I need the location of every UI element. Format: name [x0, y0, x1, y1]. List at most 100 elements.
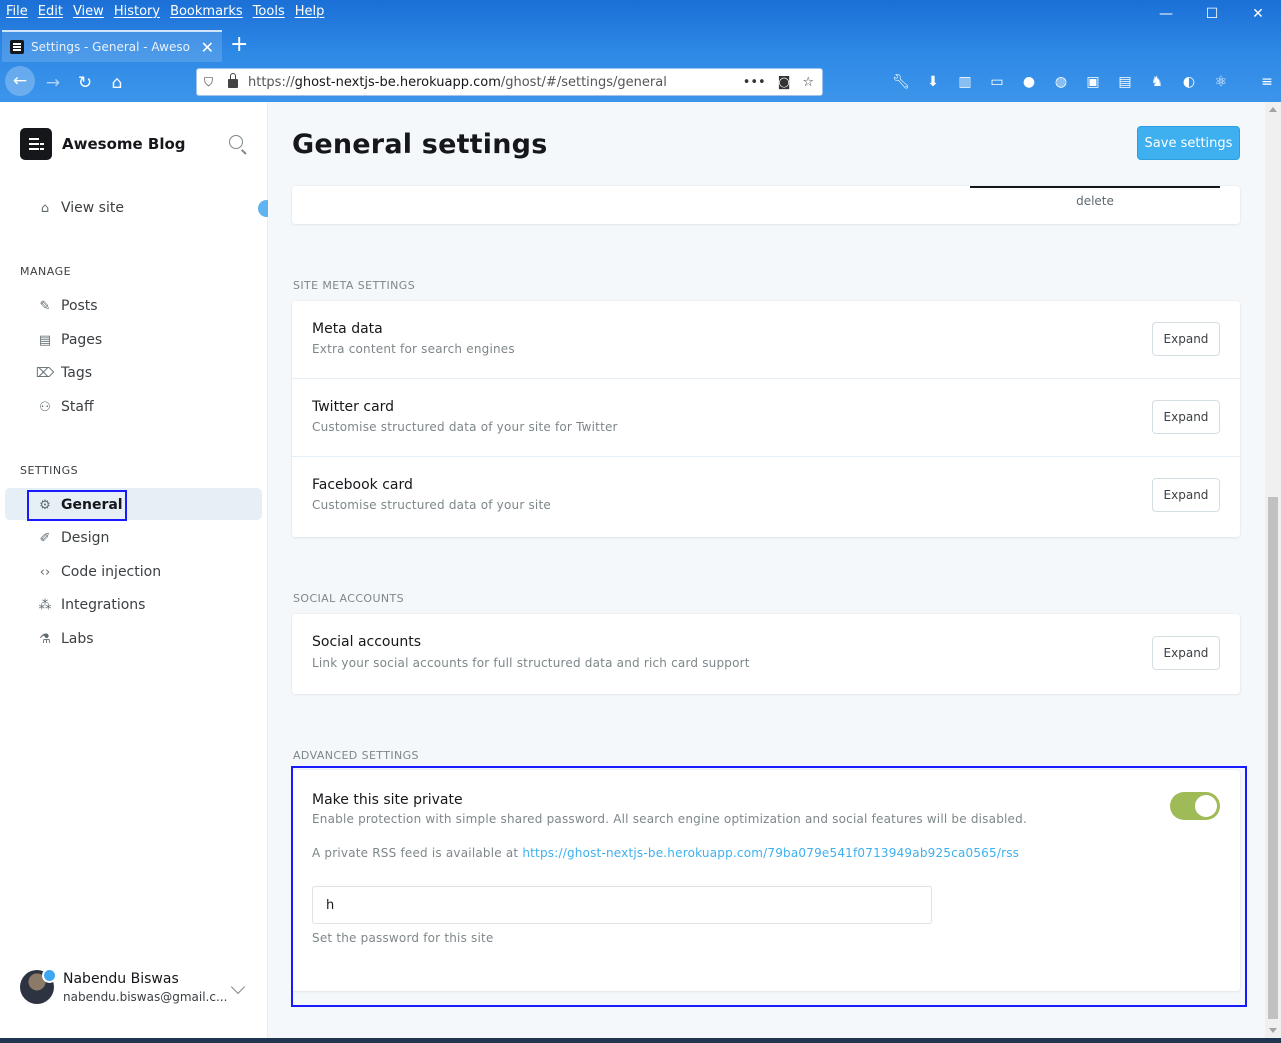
delete-link[interactable]: delete	[970, 194, 1220, 208]
extension-gnu-icon[interactable]: ♞	[1146, 72, 1168, 92]
highlight-box-general	[27, 490, 127, 521]
shield-icon[interactable]: ⛉	[204, 75, 218, 90]
row-description: Link your social accounts for full struc…	[312, 656, 750, 670]
address-bar[interactable]: ⛉ https://ghost-nextjs-be.herokuapp.com/…	[196, 68, 823, 96]
sidebar-item-label: View site	[61, 200, 124, 216]
library-icon[interactable]: ▥	[954, 72, 976, 92]
sidebar-item-label: Pages	[61, 332, 103, 348]
row-title: Social accounts	[312, 634, 422, 650]
sidebar-item-label: Code injection	[61, 564, 162, 580]
menu-edit[interactable]: Edit	[38, 4, 63, 19]
social-accounts-row: Social accounts Link your social account…	[292, 614, 1240, 692]
expand-facebook-card-button[interactable]: Expand	[1152, 478, 1220, 512]
row-title: Twitter card	[312, 399, 395, 415]
menu-view[interactable]: View	[73, 4, 104, 19]
hamburger-menu-icon[interactable]: ≡	[1256, 72, 1278, 92]
meta-data-row: Meta data Extra content for search engin…	[292, 301, 1240, 379]
maximize-button[interactable]: ☐	[1189, 0, 1235, 28]
sidebar-item-integrations[interactable]: ⁂ Integrations	[36, 594, 146, 616]
sidebar: Awesome Blog ⌂ View site MANAGE ✎ Posts …	[0, 102, 275, 1038]
divider	[970, 186, 1220, 188]
tab-strip: Settings - General - Awesome Blog ✕ +	[0, 30, 1281, 62]
sidebar-item-posts[interactable]: ✎ Posts	[36, 295, 98, 317]
sidebar-item-pages[interactable]: ▤ Pages	[36, 329, 102, 351]
sidebar-item-design[interactable]: ✐ Design	[36, 527, 110, 549]
chevron-down-icon[interactable]	[230, 979, 246, 995]
scrollbar-thumb[interactable]	[1268, 497, 1278, 1019]
download-icon[interactable]: ⬇︎	[922, 72, 944, 92]
extension-notes-icon[interactable]: ▤	[1114, 72, 1136, 92]
nav-toolbar: ← → ↻ ⌂ ⛉ https://ghost-nextjs-be.heroku…	[0, 64, 1281, 100]
page-scrollbar[interactable]	[1265, 102, 1281, 1038]
new-tab-button[interactable]: +	[230, 32, 248, 57]
extension-monitor-icon[interactable]: ▣	[1082, 72, 1104, 92]
extension-twd-icon[interactable]: ●	[1018, 72, 1040, 92]
menu-tools[interactable]: Tools	[253, 4, 285, 19]
extension-globe-icon[interactable]: ◍	[1050, 72, 1072, 92]
wrench-icon[interactable]: 🔧︎	[890, 72, 912, 92]
integrations-icon: ⁂	[38, 597, 52, 613]
brand[interactable]: Awesome Blog	[20, 128, 186, 160]
page-actions-icon[interactable]: •••	[743, 75, 766, 90]
lock-icon[interactable]	[228, 73, 238, 88]
expand-social-accounts-button[interactable]: Expand	[1152, 636, 1220, 670]
close-window-button[interactable]: ✕	[1235, 0, 1281, 28]
sidebar-item-code-injection[interactable]: ‹› Code injection	[36, 561, 161, 583]
search-icon[interactable]	[229, 135, 243, 149]
tag-icon: ⌦	[35, 365, 55, 381]
user-menu[interactable]: Nabendu Biswas nabendu.biswas@gmail.c...	[20, 968, 228, 1004]
sidebar-item-staff[interactable]: ⚇ Staff	[36, 396, 94, 418]
row-description: Customise structured data of your site	[312, 498, 551, 512]
staff-icon: ⚇	[39, 399, 51, 415]
menu-bar: File Edit View History Bookmarks Tools H…	[0, 0, 1281, 22]
back-button[interactable]: ←	[5, 66, 35, 96]
minimize-button[interactable]: —	[1143, 0, 1189, 28]
bookmark-star-icon[interactable]: ☆	[802, 75, 814, 90]
menu-file[interactable]: File	[6, 4, 28, 19]
site-meta-header: SITE META SETTINGS	[293, 279, 416, 292]
ghost-favicon-icon	[10, 40, 24, 54]
pages-icon: ▤	[38, 332, 52, 348]
menu-help[interactable]: Help	[295, 4, 325, 19]
forward-button[interactable]: →	[40, 70, 66, 96]
sidebar-item-tags[interactable]: ⌦ Tags	[36, 362, 92, 384]
sidebar-icon[interactable]: ▭	[986, 72, 1008, 92]
highlight-box-private-site	[291, 766, 1247, 1007]
arrow-left-icon: ←	[12, 71, 28, 91]
home-icon: ⌂	[40, 200, 50, 216]
extension-color-icon[interactable]: ◐	[1178, 72, 1200, 92]
pocket-icon[interactable]: ◙	[778, 75, 791, 90]
sidebar-item-label: Posts	[61, 298, 98, 314]
scroll-down-icon[interactable]	[1269, 1028, 1277, 1033]
sidebar-item-view-site[interactable]: ⌂ View site	[36, 197, 124, 219]
extension-toolbar: 🔧︎ ⬇︎ ▥ ▭ ● ◍ ▣ ▤ ♞ ◐ ⚛︎ ≡	[890, 72, 1278, 92]
user-name: Nabendu Biswas	[63, 970, 179, 987]
arrow-right-icon: →	[45, 73, 61, 93]
browser-tab-active[interactable]: Settings - General - Awesome Blog ✕	[2, 30, 222, 62]
browser-chrome: File Edit View History Bookmarks Tools H…	[0, 0, 1281, 102]
main-content: General settings Save settings delete SI…	[268, 102, 1265, 1038]
taskbar-edge	[0, 1038, 1281, 1043]
user-email: nabendu.biswas@gmail.c...	[63, 989, 228, 1004]
save-settings-button[interactable]: Save settings	[1137, 126, 1240, 160]
manage-header: MANAGE	[20, 265, 72, 278]
url-text[interactable]: https://ghost-nextjs-be.herokuapp.com/gh…	[248, 75, 743, 90]
sidebar-item-labs[interactable]: ⚗︎ Labs	[36, 628, 93, 650]
close-tab-icon[interactable]: ✕	[201, 38, 214, 57]
home-button[interactable]: ⌂	[104, 70, 130, 96]
blog-logo-icon	[20, 128, 52, 160]
social-accounts-card: Social accounts Link your social account…	[292, 614, 1240, 694]
expand-twitter-card-button[interactable]: Expand	[1152, 400, 1220, 434]
menu-bookmarks[interactable]: Bookmarks	[170, 4, 243, 19]
sidebar-item-label: Tags	[61, 365, 92, 381]
home-icon: ⌂	[111, 73, 123, 93]
code-icon: ‹›	[39, 564, 51, 580]
menu-history[interactable]: History	[114, 4, 160, 19]
expand-meta-data-button[interactable]: Expand	[1152, 322, 1220, 356]
reload-button[interactable]: ↻	[72, 70, 98, 96]
sidebar-item-label: Staff	[61, 399, 94, 415]
extension-react-icon[interactable]: ⚛︎	[1210, 72, 1232, 92]
row-title: Meta data	[312, 321, 383, 337]
page-title: General settings	[292, 129, 548, 160]
scroll-up-icon[interactable]	[1269, 107, 1277, 112]
